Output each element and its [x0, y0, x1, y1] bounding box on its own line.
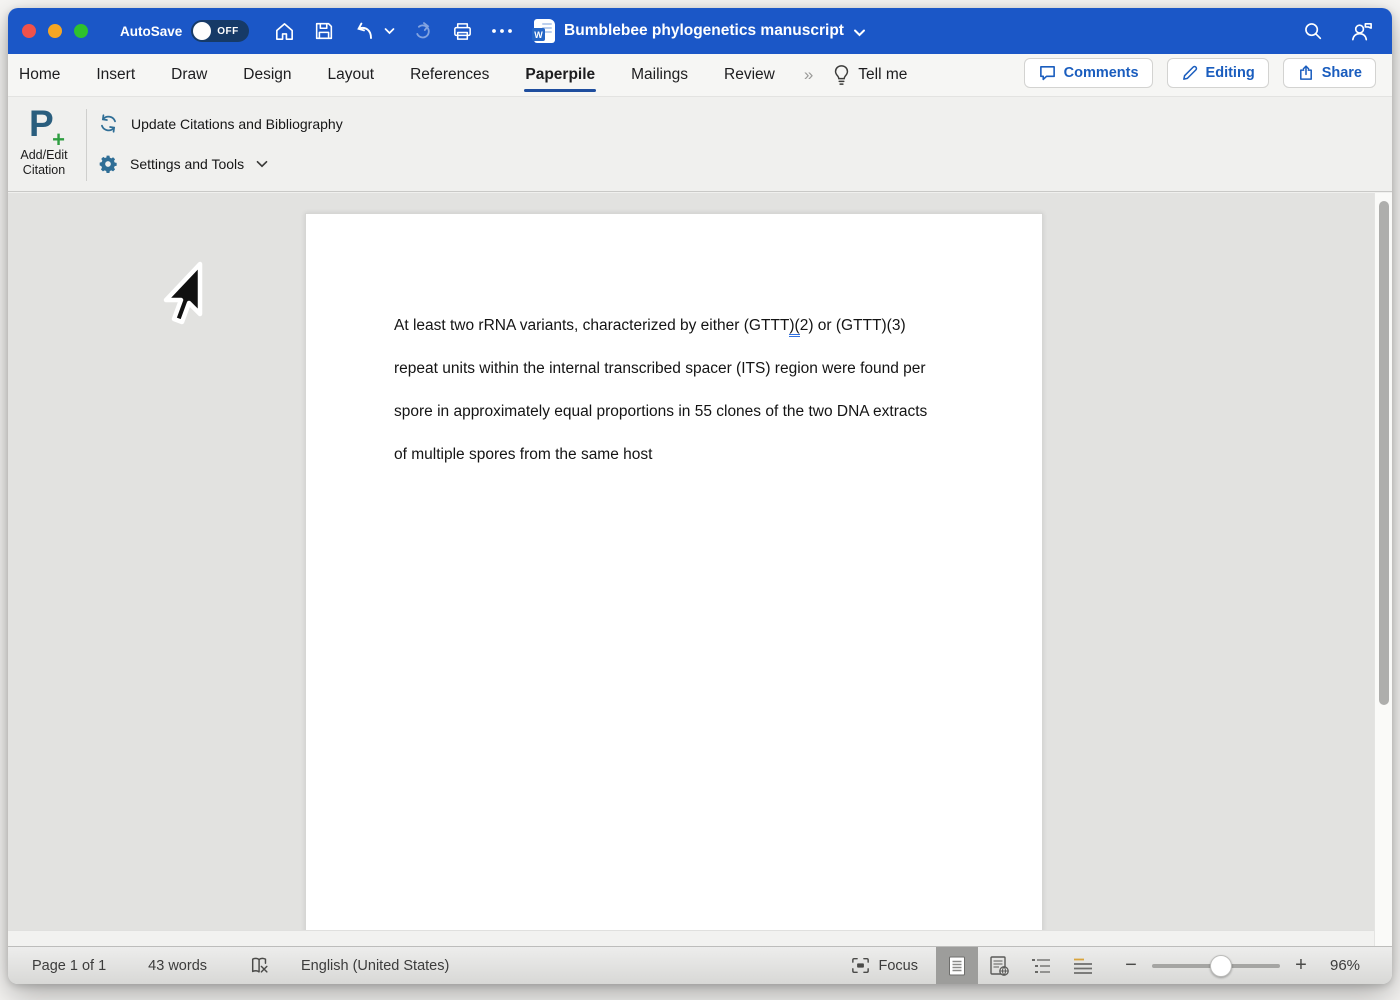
- share-button[interactable]: Share: [1283, 58, 1376, 88]
- minimize-button[interactable]: [48, 24, 62, 38]
- proofing-status[interactable]: [249, 955, 271, 976]
- account-icon: [1349, 19, 1374, 43]
- tell-me[interactable]: Tell me: [833, 64, 907, 86]
- home-button[interactable]: [271, 18, 297, 44]
- web-layout-icon: [989, 955, 1010, 977]
- paperpile-ribbon: P + Add/Edit Citation Update Citations a…: [8, 96, 1392, 192]
- outline-view-button[interactable]: [1020, 947, 1062, 984]
- language-status[interactable]: English (United States): [301, 958, 449, 974]
- redo-icon: [411, 20, 434, 43]
- paperpile-logo: P +: [22, 103, 66, 147]
- tab-design[interactable]: Design: [242, 60, 292, 90]
- tab-home[interactable]: Home: [18, 60, 61, 90]
- text-line[interactable]: spore in approximately equal proportions…: [394, 390, 974, 433]
- search-button[interactable]: [1300, 18, 1326, 44]
- undo-button[interactable]: [351, 18, 377, 44]
- outline-view-icon: [1030, 957, 1052, 975]
- format-consistency-mark: )(: [789, 317, 799, 337]
- page-count[interactable]: Page 1 of 1: [32, 958, 106, 974]
- tab-insert[interactable]: Insert: [95, 60, 136, 90]
- focus-icon: [851, 957, 870, 974]
- undo-menu-button[interactable]: [383, 18, 395, 44]
- search-icon: [1302, 20, 1324, 42]
- title-bar: AutoSave OFF: [8, 8, 1392, 54]
- horizontal-scroll-area[interactable]: [8, 930, 1374, 946]
- status-bar: Page 1 of 1 43 words English (United Sta…: [8, 946, 1392, 984]
- web-layout-view-button[interactable]: [978, 947, 1020, 984]
- text-line[interactable]: repeat units within the internal transcr…: [394, 347, 974, 390]
- scrollbar-thumb[interactable]: [1379, 201, 1389, 705]
- text-line[interactable]: At least two rRNA variants, characterize…: [394, 304, 974, 347]
- print-button[interactable]: [449, 18, 475, 44]
- tab-review[interactable]: Review: [723, 60, 776, 90]
- mouse-cursor: [155, 261, 207, 333]
- traffic-lights: [22, 24, 88, 38]
- settings-tools-button[interactable]: Settings and Tools: [98, 154, 268, 174]
- text-line[interactable]: of multiple spores from the same host: [394, 433, 974, 476]
- zoom-out-button[interactable]: −: [1118, 954, 1144, 977]
- save-button[interactable]: [311, 18, 337, 44]
- tab-mailings[interactable]: Mailings: [630, 60, 689, 90]
- update-citations-button[interactable]: Update Citations and Bibliography: [98, 113, 343, 134]
- autosave-toggle[interactable]: OFF: [191, 20, 249, 42]
- more-button[interactable]: [489, 18, 515, 44]
- document-text[interactable]: At least two rRNA variants, characterize…: [394, 304, 974, 476]
- redo-button[interactable]: [409, 18, 435, 44]
- autosave-label: AutoSave: [120, 24, 182, 39]
- word-window: AutoSave OFF: [8, 8, 1392, 984]
- zoom-in-button[interactable]: +: [1288, 954, 1314, 977]
- print-icon: [451, 20, 474, 43]
- print-layout-view-button[interactable]: [936, 947, 978, 984]
- close-button[interactable]: [22, 24, 36, 38]
- pencil-icon: [1181, 64, 1199, 82]
- lightbulb-icon: [833, 64, 850, 86]
- focus-toggle[interactable]: Focus: [851, 957, 919, 974]
- add-edit-citation-label: Add/Edit Citation: [20, 148, 67, 178]
- zoom-slider[interactable]: [1152, 955, 1280, 977]
- document-page[interactable]: At least two rRNA variants, characterize…: [305, 213, 1043, 936]
- tab-references[interactable]: References: [409, 60, 490, 90]
- focus-label: Focus: [879, 958, 919, 974]
- tab-overflow-chevron[interactable]: »: [804, 65, 811, 85]
- draft-view-icon: [1072, 957, 1094, 975]
- comment-icon: [1038, 64, 1057, 82]
- add-edit-citation-button[interactable]: P + Add/Edit Citation: [8, 101, 80, 185]
- vertical-scrollbar[interactable]: [1374, 193, 1392, 946]
- gear-icon: [98, 154, 118, 174]
- comments-button[interactable]: Comments: [1024, 58, 1153, 88]
- zoom-slider-thumb[interactable]: [1210, 955, 1232, 977]
- zoom-percentage[interactable]: 96%: [1314, 957, 1376, 974]
- more-icon: [490, 27, 514, 35]
- tell-me-label: Tell me: [858, 66, 907, 84]
- editing-button[interactable]: Editing: [1167, 58, 1269, 88]
- autosave-state: OFF: [217, 26, 239, 37]
- draft-view-button[interactable]: [1062, 947, 1104, 984]
- tab-paperpile[interactable]: Paperpile: [524, 60, 596, 90]
- document-area: At least two rRNA variants, characterize…: [8, 193, 1392, 946]
- document-icon: W: [534, 19, 555, 43]
- chevron-down-icon: [384, 27, 395, 35]
- proofing-error-icon: [249, 955, 271, 976]
- ribbon-group-divider: [86, 109, 87, 181]
- fullscreen-button[interactable]: [74, 24, 88, 38]
- share-icon: [1297, 64, 1315, 82]
- window-title[interactable]: Bumblebee phylogenetics manuscript: [564, 22, 844, 40]
- toggle-knob: [193, 22, 211, 40]
- save-icon: [313, 20, 335, 42]
- word-count[interactable]: 43 words: [148, 958, 207, 974]
- tab-draw[interactable]: Draw: [170, 60, 208, 90]
- home-icon: [273, 20, 296, 43]
- chevron-down-icon: [256, 160, 268, 168]
- title-chevron-down-icon[interactable]: [853, 28, 866, 37]
- account-button[interactable]: [1348, 18, 1374, 44]
- print-layout-icon: [947, 955, 967, 977]
- undo-icon: [352, 19, 376, 43]
- sync-icon: [98, 113, 119, 134]
- tab-layout[interactable]: Layout: [327, 60, 376, 90]
